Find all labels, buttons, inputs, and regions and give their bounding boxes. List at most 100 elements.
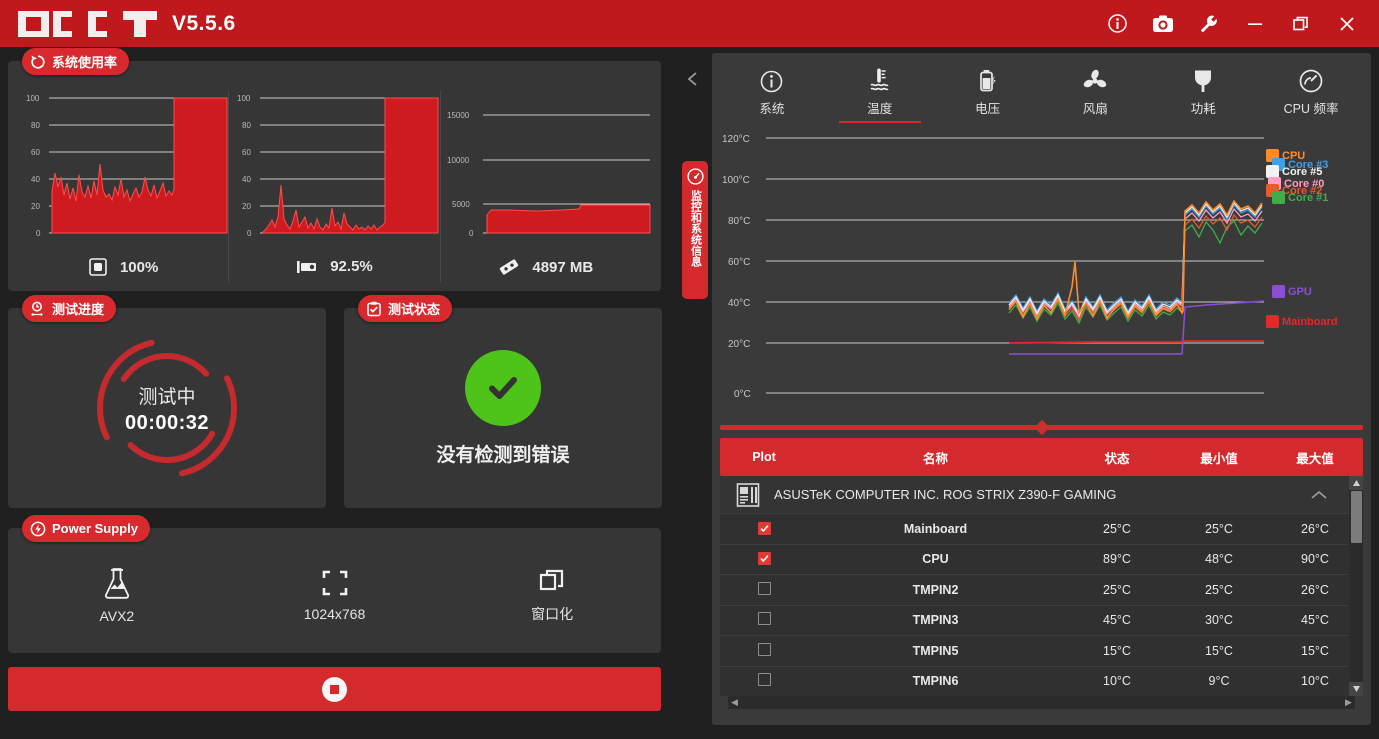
tab-system-label: 系统: [759, 102, 785, 116]
row-plot-toggle[interactable]: [720, 612, 808, 628]
instruction-set-option[interactable]: AVX2: [8, 567, 226, 624]
svg-text:80: 80: [31, 121, 40, 130]
row-plot-toggle[interactable]: [720, 581, 808, 598]
checkbox-icon[interactable]: [757, 642, 771, 656]
scroll-right-icon[interactable]: ▶: [1342, 696, 1355, 709]
chart-table-splitter[interactable]: [720, 419, 1363, 435]
scroll-down-icon[interactable]: [1349, 682, 1363, 696]
row-state: 25°C: [1103, 582, 1131, 597]
row-name: TMPIN6: [912, 674, 959, 689]
camera-icon[interactable]: [1151, 12, 1175, 36]
windowed-icon: [540, 569, 564, 591]
window-mode-option[interactable]: 窗口化: [443, 567, 661, 624]
tab-temperature[interactable]: 温度: [826, 67, 934, 123]
tab-system[interactable]: 系统: [718, 69, 826, 123]
svg-text:10000: 10000: [447, 156, 470, 165]
resolution-label: 1024x768: [303, 606, 366, 622]
table-row[interactable]: TMPIN3 45°C 30°C 45°C: [720, 606, 1363, 636]
wrench-icon[interactable]: [1197, 12, 1221, 36]
tab-voltage[interactable]: 电压: [934, 69, 1042, 123]
memory-stick-icon: [500, 259, 519, 275]
tab-voltage-label: 电压: [975, 102, 1001, 116]
header-max[interactable]: 最大值: [1267, 448, 1363, 467]
scroll-left-icon[interactable]: ◀: [728, 696, 741, 709]
checkbox-checked-icon[interactable]: [757, 521, 771, 535]
svg-text:80: 80: [242, 121, 251, 130]
table-row[interactable]: TMPIN5 15°C 15°C 15°C: [720, 636, 1363, 667]
legend-core-1[interactable]: Core #1: [1272, 191, 1328, 204]
table-row[interactable]: TMPIN6 10°C 9°C 10°C: [720, 667, 1363, 697]
header-min[interactable]: 最小值: [1171, 448, 1267, 467]
success-check-icon: [465, 349, 541, 426]
table-vertical-scrollbar[interactable]: [1349, 476, 1363, 696]
tab-power[interactable]: 功耗: [1149, 68, 1257, 123]
row-min: 48°C: [1205, 552, 1233, 567]
progress-readout: 测试中 00:00:32: [125, 382, 209, 435]
svg-text:100°C: 100°C: [722, 175, 750, 186]
table-row[interactable]: TMPIN2 25°C 25°C 26°C: [720, 575, 1363, 606]
table-horizontal-scrollbar[interactable]: ◀ ▶: [728, 696, 1355, 709]
svg-text:60: 60: [31, 148, 40, 157]
gpu-usage-plot: 100 80 60 40 20 0: [235, 91, 439, 239]
row-state: 15°C: [1103, 643, 1131, 658]
sensor-table-header: Plot 名称 状态 最小值 最大值: [720, 438, 1363, 476]
test-status-badge-label: 测试状态: [388, 302, 441, 317]
checkbox-checked-icon[interactable]: [757, 552, 771, 566]
stop-test-button[interactable]: [8, 667, 661, 711]
row-plot-toggle[interactable]: [720, 673, 808, 689]
svg-text:120°C: 120°C: [722, 134, 750, 145]
chevron-up-icon[interactable]: [1309, 488, 1329, 502]
cpu-chip-icon: [89, 258, 107, 276]
svg-text:20°C: 20°C: [728, 339, 750, 350]
gpu-usage-readout: 92.5%: [229, 257, 439, 275]
table-row[interactable]: CPU 89°C 48°C 90°C: [720, 545, 1363, 575]
motherboard-icon: [736, 482, 760, 507]
app-logo: V5.5.6: [18, 10, 236, 37]
scroll-up-icon[interactable]: [1349, 476, 1363, 490]
test-progress-card: 测试进度 测试中 00:00:32: [8, 295, 326, 508]
checkbox-icon[interactable]: [757, 581, 771, 595]
tab-cpu-frequency[interactable]: CPU 频率: [1257, 68, 1365, 123]
row-state: 45°C: [1103, 613, 1131, 628]
temperature-chart: 120°C 100°C 80°C 60°C 40°C 20°C 0°C CPU …: [716, 127, 1363, 417]
svg-text:0°C: 0°C: [734, 389, 751, 400]
tab-temperature-label: 温度: [867, 102, 893, 116]
table-row[interactable]: Mainboard 25°C 25°C 26°C: [720, 514, 1363, 545]
header-state[interactable]: 状态: [1063, 448, 1171, 467]
checkbox-icon[interactable]: [757, 612, 771, 626]
info-icon[interactable]: [1105, 12, 1129, 36]
minimize-icon[interactable]: [1243, 12, 1267, 36]
restore-icon[interactable]: [1289, 12, 1313, 36]
fullscreen-icon: [322, 570, 347, 596]
left-panel: 系统使用率 100 80 60 40 20 0 100% 100 80 60 4…: [8, 48, 668, 729]
monitoring-panel: 系统 温度 电压 风扇 功耗 CPU 频率 120°C 100°C 80°C 6…: [712, 53, 1371, 725]
close-icon[interactable]: [1335, 12, 1359, 36]
tab-cpu-frequency-label: CPU 频率: [1283, 102, 1339, 116]
header-plot[interactable]: Plot: [720, 450, 808, 464]
tab-fan[interactable]: 风扇: [1041, 68, 1149, 123]
row-plot-toggle[interactable]: [720, 642, 808, 659]
scrollbar-thumb[interactable]: [1350, 491, 1362, 543]
legend-gpu[interactable]: GPU: [1272, 285, 1312, 298]
checkbox-icon[interactable]: [757, 673, 771, 687]
legend-core-1-label: Core #1: [1288, 191, 1329, 204]
system-usage-badge-label: 系统使用率: [52, 55, 118, 70]
row-name: CPU: [922, 552, 949, 567]
svg-text:15000: 15000: [447, 111, 470, 120]
svg-text:40: 40: [31, 175, 40, 184]
row-plot-toggle[interactable]: [720, 552, 808, 566]
progress-state: 测试中: [138, 386, 196, 408]
chevron-left-icon[interactable]: [686, 71, 700, 92]
cpu-usage-readout: 100%: [18, 257, 228, 277]
monitoring-sidebar-tab[interactable]: 监控和系统信息: [682, 161, 708, 299]
panel-splitter: 监控和系统信息: [672, 53, 712, 729]
row-min: 9°C: [1208, 674, 1230, 689]
resolution-option[interactable]: 1024x768: [226, 569, 444, 622]
legend-mainboard[interactable]: Mainboard: [1266, 315, 1338, 328]
svg-text:40: 40: [242, 175, 251, 184]
sensor-group-row[interactable]: ASUSTeK COMPUTER INC. ROG STRIX Z390-F G…: [720, 476, 1363, 514]
power-supply-card: Power Supply AVX2 1024x768 窗口化: [8, 515, 661, 653]
row-plot-toggle[interactable]: [720, 521, 808, 536]
splitter-handle[interactable]: [1033, 419, 1050, 435]
header-name[interactable]: 名称: [808, 448, 1063, 467]
